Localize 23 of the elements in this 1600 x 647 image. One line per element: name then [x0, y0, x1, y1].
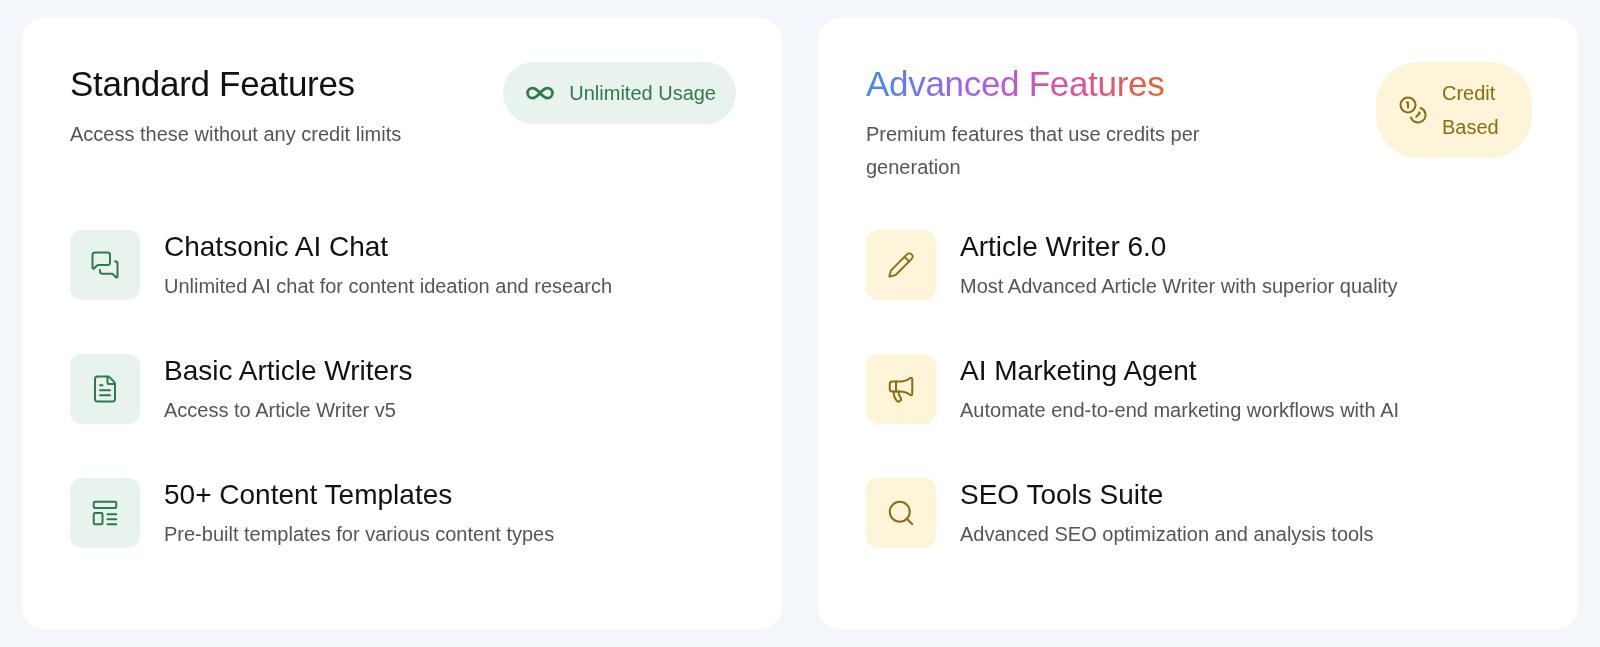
feature-description: Access to Article Writer v5 — [164, 398, 397, 423]
coins-icon — [1398, 95, 1428, 125]
feature-title: SEO Tools Suite — [960, 478, 1165, 512]
card-subtitle: Premium features that use credits per generation — [866, 122, 1201, 180]
feature-description: Pre-built templates for various content types — [164, 522, 555, 547]
feature-description: Most Advanced Article Writer with superior quality — [960, 274, 1398, 299]
search-icon — [886, 498, 916, 528]
megaphone-icon — [886, 374, 916, 404]
feature-description: Advanced SEO optimization and analysis tools — [960, 522, 1374, 547]
feature-title: Article Writer 6.0 — [960, 230, 1168, 264]
feature-title: Chatsonic AI Chat — [164, 230, 390, 264]
feature-title: 50+ Content Templates — [164, 478, 454, 512]
chat-bubbles-icon — [90, 250, 120, 280]
feature-description: Unlimited AI chat for content ideation and research — [164, 274, 613, 299]
usage-badge: Unlimited Usage — [503, 62, 736, 124]
layout-icon — [90, 498, 120, 528]
usage-badge: Credit Based — [1376, 62, 1532, 158]
pencil-icon — [887, 251, 915, 279]
feature-title: AI Marketing Agent — [960, 354, 1198, 388]
card-subtitle: Access these without any credit limits — [70, 122, 402, 147]
card-title: Standard Features — [70, 64, 356, 104]
feature-title: Basic Article Writers — [164, 354, 413, 388]
feature-description: Automate end-to-end marketing workflows with AI — [960, 398, 1400, 423]
